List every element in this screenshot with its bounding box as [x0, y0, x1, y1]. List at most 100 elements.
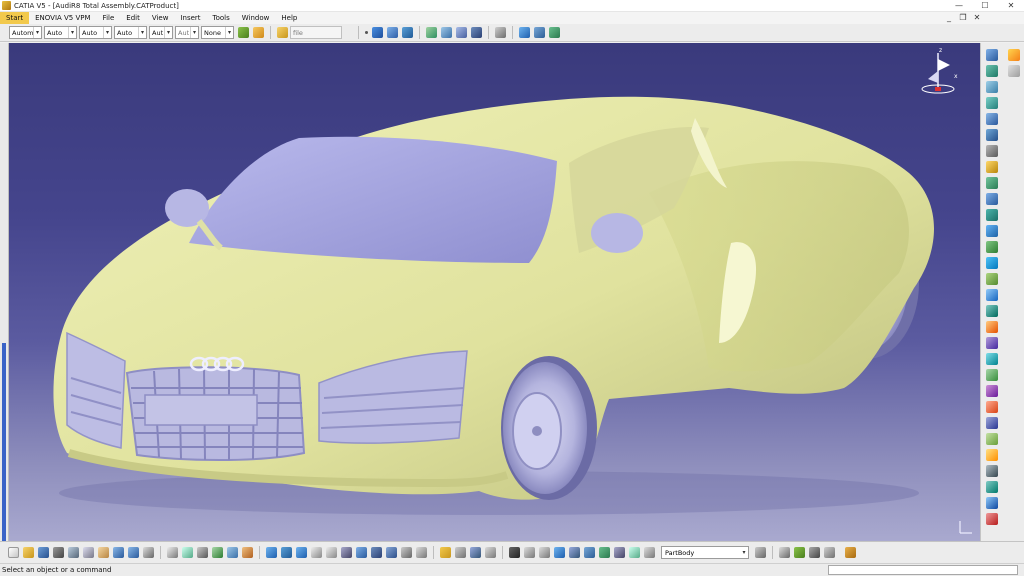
workbench-icon[interactable]: [1008, 49, 1020, 61]
new-component-icon[interactable]: [986, 65, 998, 77]
zoom-out-icon[interactable]: [441, 27, 452, 38]
pan-icon[interactable]: [402, 27, 413, 38]
generate-numbering-icon[interactable]: [986, 145, 998, 157]
workbench-switch-icon[interactable]: [794, 547, 805, 558]
transparency-combo[interactable]: Auto ▾: [44, 26, 77, 39]
apply-material-icon[interactable]: [599, 547, 610, 558]
3d-viewport[interactable]: x z: [9, 43, 980, 541]
hide-show-icon[interactable]: [495, 27, 506, 38]
plane-icon[interactable]: [440, 547, 451, 558]
camera-icon[interactable]: [509, 547, 520, 558]
table-icon[interactable]: [197, 547, 208, 558]
menu-start[interactable]: Start: [0, 12, 30, 24]
offset-icon[interactable]: [986, 257, 998, 269]
menu-insert[interactable]: Insert: [174, 12, 206, 24]
color-combo[interactable]: Autom ▾: [9, 26, 42, 39]
dimension-icon[interactable]: [809, 547, 820, 558]
layer-combo[interactable]: None ▾: [201, 26, 234, 39]
distance-icon[interactable]: [986, 433, 998, 445]
catalog-icon[interactable]: [986, 513, 998, 525]
rotate-icon[interactable]: [387, 27, 398, 38]
magnifier-icon[interactable]: [569, 547, 580, 558]
menu-enovia[interactable]: ENOVIA V5 VPM: [29, 12, 96, 24]
pan-view-icon[interactable]: [281, 547, 292, 558]
redo-icon[interactable]: [128, 547, 139, 558]
iso-view-icon[interactable]: [371, 547, 382, 558]
menu-window[interactable]: Window: [236, 12, 276, 24]
reuse-pattern-icon[interactable]: [986, 353, 998, 365]
bill-of-material-icon[interactable]: [986, 481, 998, 493]
formula-icon[interactable]: [167, 547, 178, 558]
undo-icon[interactable]: [113, 547, 124, 558]
scenes-icon[interactable]: [986, 465, 998, 477]
pad-icon[interactable]: [470, 547, 481, 558]
folder-icon[interactable]: [277, 27, 288, 38]
hide-show-bottom-icon[interactable]: [401, 547, 412, 558]
coincidence-icon[interactable]: [986, 225, 998, 237]
normal-view-bottom-icon[interactable]: [341, 547, 352, 558]
shading-icon[interactable]: [386, 547, 397, 558]
paste-icon[interactable]: [98, 547, 109, 558]
analysis-icon[interactable]: [212, 547, 223, 558]
contact-icon[interactable]: [986, 241, 998, 253]
pocket-icon[interactable]: [485, 547, 496, 558]
stop-manipulate-icon[interactable]: [986, 209, 998, 221]
update-icon[interactable]: [986, 369, 998, 381]
macro-icon[interactable]: [242, 547, 253, 558]
fix-component-icon[interactable]: [986, 289, 998, 301]
rules-icon[interactable]: [227, 547, 238, 558]
publication-icon[interactable]: [986, 497, 998, 509]
minimize-button[interactable]: —: [946, 0, 972, 12]
linetype-combo[interactable]: Auto ▾: [114, 26, 147, 39]
define-in-work-object-icon[interactable]: [755, 547, 766, 558]
open-icon[interactable]: [23, 547, 34, 558]
menu-tools[interactable]: Tools: [207, 12, 236, 24]
explode-icon[interactable]: [986, 193, 998, 205]
repeat-icon[interactable]: [779, 547, 790, 558]
file-combo[interactable]: file: [290, 26, 342, 39]
fix-together-icon[interactable]: [986, 305, 998, 317]
dot-icon[interactable]: [365, 31, 368, 34]
render-bottom-icon[interactable]: [584, 547, 595, 558]
toolbar-grip-icon[interactable]: [1008, 65, 1020, 77]
part-body-combo[interactable]: PartBody ▾: [661, 546, 749, 559]
material-icon[interactable]: [549, 27, 560, 38]
angle-icon[interactable]: [986, 273, 998, 285]
create-multi-view-icon[interactable]: [356, 547, 367, 558]
zoom-out-view-icon[interactable]: [326, 547, 337, 558]
menu-edit[interactable]: Edit: [120, 12, 146, 24]
line-weight-combo[interactable]: Auto ▾: [79, 26, 112, 39]
ground-icon[interactable]: [554, 547, 565, 558]
menu-help[interactable]: Help: [275, 12, 303, 24]
view-mode-icon[interactable]: [519, 27, 530, 38]
annotation-icon[interactable]: [986, 449, 998, 461]
zoom-in-icon[interactable]: [426, 27, 437, 38]
command-input[interactable]: [828, 565, 1018, 575]
product-icon[interactable]: [986, 49, 998, 61]
close-button[interactable]: ✕: [998, 0, 1024, 12]
depth-effect-icon[interactable]: [539, 547, 550, 558]
quick-constraint-icon[interactable]: [986, 321, 998, 333]
doc-minimize-button[interactable]: _: [942, 12, 956, 24]
knowledge-icon[interactable]: [182, 547, 193, 558]
snap-icon[interactable]: [986, 177, 998, 189]
measure-item-icon[interactable]: [629, 547, 640, 558]
doc-restore-button[interactable]: ❐: [956, 12, 970, 24]
clash-icon[interactable]: [986, 401, 998, 413]
print-icon[interactable]: [53, 547, 64, 558]
fly-mode-icon[interactable]: [372, 27, 383, 38]
replace-component-icon[interactable]: [986, 113, 998, 125]
fit-all-icon[interactable]: [266, 547, 277, 558]
render-style-icon[interactable]: [534, 27, 545, 38]
brush-icon[interactable]: [253, 27, 264, 38]
rendering-style-combo[interactable]: Aut ▾: [175, 26, 199, 39]
new-icon[interactable]: [8, 547, 19, 558]
new-part-icon[interactable]: [986, 81, 998, 93]
existing-component-icon[interactable]: [986, 97, 998, 109]
menu-view[interactable]: View: [146, 12, 175, 24]
painter-icon[interactable]: [238, 27, 249, 38]
normal-view-icon[interactable]: [456, 27, 467, 38]
part-body-icon[interactable]: [644, 547, 655, 558]
lighting-icon[interactable]: [524, 547, 535, 558]
cut-icon[interactable]: [68, 547, 79, 558]
